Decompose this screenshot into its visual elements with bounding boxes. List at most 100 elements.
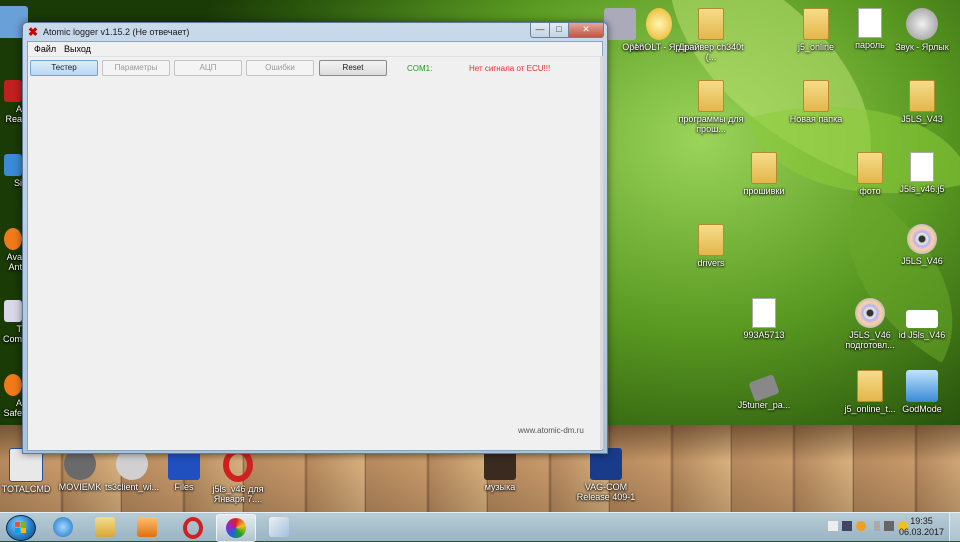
icon-label: Ava Ant [6,252,22,272]
paint-icon [269,517,289,537]
folder-icon [698,8,724,40]
folder-icon [698,80,724,112]
show-desktop-button[interactable] [949,513,960,541]
desktop-icon-a-safe[interactable]: А Safe [0,374,22,418]
icon-label: VAG-COM Release 409-1 [576,482,636,502]
volume-icon[interactable] [884,521,894,531]
window-title: Atomic logger v1.15.2 (Не отвечает) [43,27,190,37]
com-port-label: COM1: [407,64,433,73]
window-edge [600,56,603,449]
taskbar-explorer[interactable] [86,514,124,540]
icon-label: музыка [484,482,516,492]
menu-bar: Файл Выход [28,42,602,57]
taskbar-internet-explorer[interactable] [44,514,82,540]
document-icon [858,8,882,38]
folder-r-icon [803,8,829,40]
desktop-icon-id-j5ls-v46[interactable]: id J5ls_V46 [884,298,960,340]
desktop-icon-si[interactable]: Si [0,154,22,188]
website-link[interactable]: www.atomic-dm.ru [518,426,584,435]
window-client-area: Файл Выход Тестер Параметры АЦП Ошибки R… [27,41,603,451]
app-icon [4,80,22,102]
desktop-icon-993a5713[interactable]: 993A5713 [726,298,802,340]
taskbar-atomic-logger[interactable] [216,514,256,542]
desktop-icon-proshivki[interactable]: прошивки [726,152,802,196]
lightbulb-icon [646,8,672,40]
tab-errors[interactable]: Ошибки [246,60,314,76]
icon-label: Новая папка [789,114,843,124]
icon-label: J5LS_V46 [901,256,943,266]
chip-icon [748,374,780,402]
icon-label: J5ls_v46.j5 [899,184,945,194]
com-status-text: Нет сигнала от ECU!!! [469,64,551,73]
folder-icon [751,152,777,184]
wifi-icon[interactable] [842,521,852,531]
tab-adc[interactable]: АЦП [174,60,242,76]
app-window[interactable]: ✖ Atomic logger v1.15.2 (Не отвечает) — … [22,22,608,454]
tab-params[interactable]: Параметры [102,60,170,76]
icon-label: Si [13,178,22,188]
desktop-icon-j5ls-v46-j5[interactable]: J5ls_v46.j5 [884,152,960,194]
desktop-icon-j5ls-v43[interactable]: J5LS_V43 [884,80,960,124]
folder-r-icon [857,370,883,402]
document-icon [752,298,776,328]
icon-label: прошивки [743,186,785,196]
minimize-button[interactable]: — [530,23,550,38]
app-icon [4,300,22,322]
document-icon [910,152,934,182]
system-clock[interactable]: 19:35 06.03.2017 [899,516,944,538]
menu-file[interactable]: Файл [34,44,56,54]
desktop-icon-godmode[interactable]: GodMode [884,370,960,414]
taskbar-opera[interactable] [172,514,210,540]
desktop-icon-novaya-papka[interactable]: Новая папка [778,80,854,124]
folder-icon [857,152,883,184]
clock-date: 06.03.2017 [898,527,944,537]
icon-label: T Com [2,324,22,344]
desktop-icon-programmy[interactable]: программы для прош... [673,80,749,134]
desktop-icon-j5ls-v46[interactable]: J5LS_V46 [884,224,960,266]
title-bar[interactable]: ✖ Atomic logger v1.15.2 (Не отвечает) — … [23,23,607,41]
speaker-icon [906,8,938,40]
atomic-logger-icon [226,518,246,538]
disc-icon [907,224,937,254]
icon-label: Звук - Ярлык [895,42,949,52]
desktop-icon-vag-com[interactable]: VAG-COM Release 409-1 [568,448,644,502]
icon-label: drivers [697,258,725,268]
folder-icon [95,517,115,537]
desktop-icon-avast[interactable]: Ava Ant [0,228,22,272]
taskbar-paint[interactable] [260,514,298,540]
desktop-icon-drivers[interactable]: drivers [673,224,749,268]
desktop-icon-zvuk[interactable]: Звук - Ярлык [884,8,960,52]
icon-label: J5LS_V43 [901,114,943,124]
opera-icon [183,517,203,539]
desktop-icon-j5tuner[interactable]: J5tuner_pa... [726,370,802,410]
app-icon [4,374,22,396]
icon-label: 993A5713 [743,330,785,340]
icon-label: id J5ls_V46 [898,330,946,340]
app-logo-icon: ✖ [28,25,39,39]
menu-exit[interactable]: Выход [64,44,91,54]
flag-icon[interactable] [828,521,838,531]
app-icon [4,154,22,176]
update-icon[interactable] [856,521,866,531]
icon-label: А Safe [3,398,22,418]
icon-label: GodMode [902,404,942,414]
desktop-icon-a-real[interactable]: А Rea [0,80,22,124]
clock-time: 19:35 [910,516,933,526]
reset-button[interactable]: Reset [319,60,387,76]
desktop-icon-j5ls-v46-jan[interactable]: j5ls_v46 для Января 7.... [200,448,276,504]
start-button[interactable] [6,515,36,541]
folder-r-icon [909,80,935,112]
close-button[interactable]: ✕ [568,23,604,38]
folder-icon [803,80,829,112]
taskbar-media-player[interactable] [128,514,166,540]
desktop-icon-muzyka[interactable]: музыка [462,448,538,492]
desktop-icon-t-comp[interactable]: T Com [0,300,22,344]
blank-file-icon [906,310,938,328]
media-player-icon [137,517,157,537]
battery-icon[interactable] [874,521,880,531]
tab-tester[interactable]: Тестер [30,60,98,76]
icon-label: А Rea [5,104,22,124]
desktop-icon-driver-ch340[interactable]: Драйвер ch340t (... [673,8,749,62]
maximize-button[interactable]: □ [549,23,569,38]
windows-logo-icon [15,522,27,534]
